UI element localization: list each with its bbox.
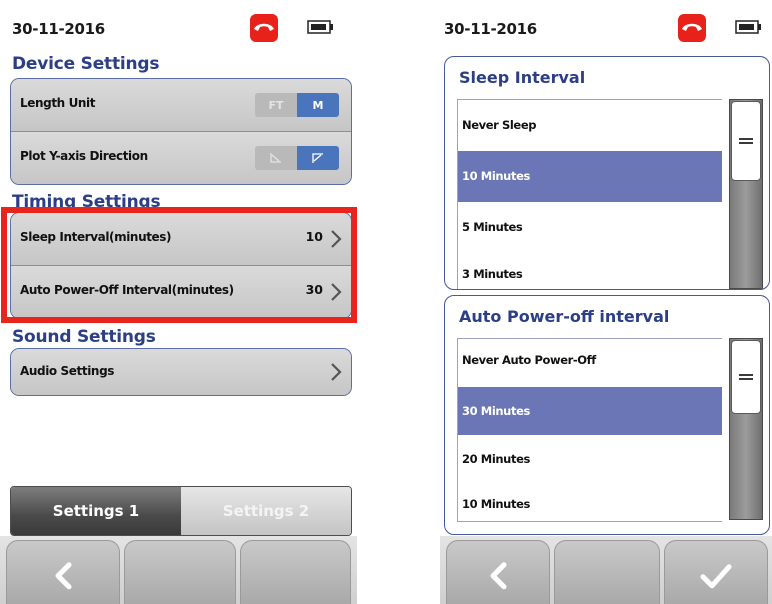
phone-hangup-icon — [250, 14, 278, 42]
option-label: 5 Minutes — [462, 220, 523, 234]
down-axis-icon[interactable] — [255, 146, 297, 170]
softkey-3-button[interactable] — [240, 540, 351, 604]
power-off-option-never[interactable]: Never Auto Power-Off — [458, 339, 722, 387]
sleep-option-never[interactable]: Never Sleep — [458, 100, 722, 151]
scrollbar-thumb[interactable] — [731, 101, 761, 181]
sleep-option-3-min[interactable]: 3 Minutes — [458, 253, 722, 289]
option-label: 10 Minutes — [462, 169, 530, 183]
settings-tab-bar: Settings 1 Settings 2 — [10, 486, 352, 536]
power-off-option-10-min[interactable]: 10 Minutes — [458, 483, 722, 521]
device-settings-heading: Device Settings — [12, 54, 160, 74]
length-unit-option-m[interactable]: M — [297, 93, 339, 117]
option-label: 30 Minutes — [462, 404, 530, 418]
status-date: 30-11-2016 — [12, 20, 105, 38]
sleep-option-5-min[interactable]: 5 Minutes — [458, 202, 722, 253]
chevron-right-icon — [331, 363, 342, 381]
settings-screen: 30-11-2016 Device Settings Length Unit F… — [0, 0, 357, 604]
softkey-bar — [440, 536, 772, 604]
length-unit-toggle[interactable]: FT M — [255, 93, 339, 117]
auto-power-off-picker: Auto Power-off interval Never Auto Power… — [444, 295, 770, 535]
back-button[interactable] — [446, 540, 550, 604]
softkey-bar — [0, 536, 357, 604]
confirm-button[interactable] — [664, 540, 768, 604]
auto-power-off-title: Auto Power-off interval — [459, 307, 670, 326]
status-bar: 30-11-2016 — [0, 14, 357, 50]
highlight-box — [1, 207, 357, 323]
sleep-option-10-min[interactable]: 10 Minutes — [458, 151, 722, 202]
plot-y-axis-row: Plot Y-axis Direction — [11, 132, 351, 184]
option-label: 20 Minutes — [462, 452, 530, 466]
length-unit-option-ft[interactable]: FT — [255, 93, 297, 117]
tab-settings-2[interactable]: Settings 2 — [181, 487, 351, 535]
length-unit-row: Length Unit FT M — [11, 79, 351, 132]
sleep-interval-list: Never Sleep 10 Minutes 5 Minutes 3 Minut… — [457, 99, 722, 289]
sound-settings-heading: Sound Settings — [12, 327, 156, 347]
auto-power-off-list: Never Auto Power-Off 30 Minutes 20 Minut… — [457, 338, 722, 522]
option-label: 10 Minutes — [462, 497, 530, 511]
power-off-option-20-min[interactable]: 20 Minutes — [458, 435, 722, 483]
tab-settings-1[interactable]: Settings 1 — [11, 487, 181, 535]
auto-power-off-scrollbar[interactable] — [729, 338, 763, 520]
interval-picker-screen: 30-11-2016 Sleep Interval Never Sleep 10… — [440, 0, 772, 604]
sleep-interval-scrollbar[interactable] — [729, 99, 763, 289]
status-bar: 30-11-2016 — [440, 14, 772, 50]
sleep-interval-picker: Sleep Interval Never Sleep 10 Minutes 5 … — [444, 56, 770, 290]
length-unit-label: Length Unit — [20, 96, 96, 110]
audio-settings-label: Audio Settings — [20, 364, 114, 378]
audio-settings-row[interactable]: Audio Settings — [11, 349, 351, 395]
scrollbar-thumb[interactable] — [731, 340, 761, 414]
sleep-interval-title: Sleep Interval — [459, 68, 586, 87]
up-axis-icon[interactable] — [297, 146, 339, 170]
option-label: Never Auto Power-Off — [462, 353, 596, 367]
battery-icon — [734, 19, 762, 35]
option-label: 3 Minutes — [462, 267, 523, 281]
plot-y-axis-label: Plot Y-axis Direction — [20, 149, 148, 163]
option-label: Never Sleep — [462, 118, 537, 132]
sound-settings-group: Audio Settings — [10, 348, 352, 396]
back-button[interactable] — [6, 540, 120, 604]
battery-icon — [306, 19, 334, 35]
device-settings-group: Length Unit FT M Plot Y-axis Direction — [10, 78, 352, 185]
power-off-option-30-min[interactable]: 30 Minutes — [458, 387, 722, 435]
back-arrow-icon — [55, 561, 72, 589]
softkey-2-button[interactable] — [554, 540, 660, 604]
back-arrow-icon — [490, 561, 507, 589]
phone-hangup-icon — [678, 14, 706, 42]
status-date: 30-11-2016 — [444, 20, 537, 38]
checkmark-icon — [700, 563, 732, 588]
plot-y-axis-toggle[interactable] — [255, 146, 339, 170]
softkey-2-button[interactable] — [124, 540, 236, 604]
